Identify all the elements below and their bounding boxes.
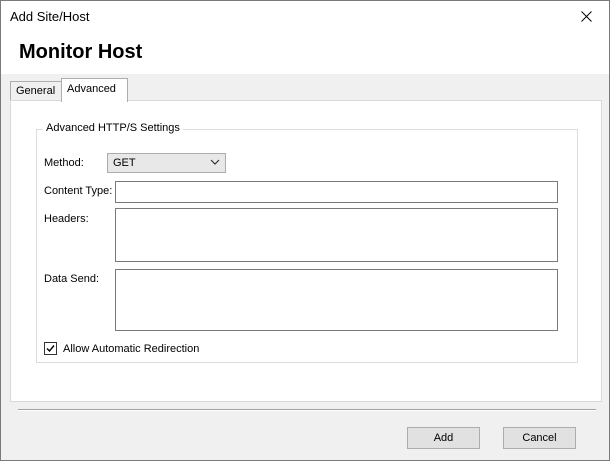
close-icon: [580, 11, 592, 22]
data-send-label: Data Send:: [44, 273, 100, 285]
title-bar: Add Site/Host: [1, 1, 609, 32]
dialog-window: Add Site/Host Monitor Host General Advan…: [0, 0, 610, 461]
allow-redirection-label[interactable]: Allow Automatic Redirection: [63, 343, 199, 355]
footer-separator: [18, 409, 596, 411]
cancel-button[interactable]: Cancel: [503, 427, 576, 449]
allow-redirection-checkbox[interactable]: [44, 342, 57, 355]
content-type-input[interactable]: [115, 181, 558, 203]
tab-general[interactable]: General: [10, 81, 62, 101]
tab-strip: General Advanced: [10, 78, 600, 102]
headers-textarea[interactable]: [115, 208, 558, 262]
group-title: Advanced HTTP/S Settings: [43, 122, 183, 134]
check-icon: [46, 345, 55, 353]
close-button[interactable]: [563, 1, 609, 32]
headers-label: Headers:: [44, 213, 89, 225]
content-type-label: Content Type:: [44, 185, 113, 197]
data-send-textarea[interactable]: [115, 269, 558, 331]
method-select[interactable]: GET: [107, 153, 226, 173]
method-label: Method:: [44, 157, 84, 169]
page-title: Monitor Host: [19, 41, 143, 63]
method-value: GET: [113, 157, 136, 169]
header-band: Monitor Host: [1, 32, 609, 74]
chevron-down-icon: [210, 159, 220, 165]
window-title: Add Site/Host: [10, 9, 90, 24]
add-button[interactable]: Add: [407, 427, 480, 449]
tab-advanced[interactable]: Advanced: [61, 78, 128, 102]
